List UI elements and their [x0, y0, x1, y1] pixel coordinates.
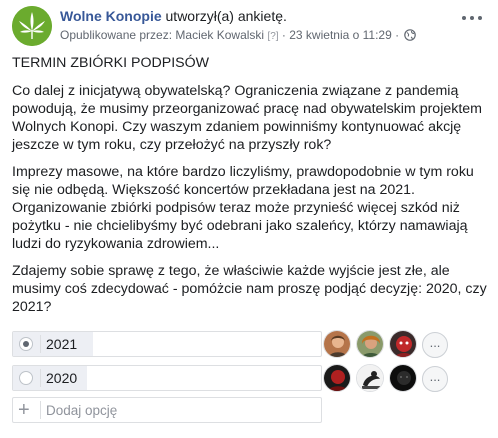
post-date[interactable]: 23 kwietnia o 11:29 — [289, 28, 392, 42]
voter-avatar[interactable] — [356, 364, 384, 392]
voter-avatar[interactable] — [389, 364, 417, 392]
plus-icon[interactable]: + — [18, 399, 30, 421]
page-avatar-cannabis-leaf[interactable] — [12, 6, 52, 46]
poll-option-2020[interactable]: 2020 — [12, 365, 322, 391]
help-mark[interactable]: [?] — [267, 31, 278, 42]
add-option-placeholder[interactable]: Dodaj opcję — [46, 403, 117, 418]
poll-option-2021[interactable]: 2021 — [12, 331, 322, 357]
poll-option-label: 2021 — [46, 336, 78, 352]
divider — [40, 401, 41, 419]
voter-avatar[interactable] — [323, 364, 351, 392]
published-by[interactable]: Opublikowane przez: Maciek Kowalski — [60, 28, 264, 42]
post-paragraph-3: Zdajemy sobie sprawę z tego, że właściwi… — [12, 263, 487, 315]
poll-post: Wolne Konopie utworzył(a) ankietę. Opubl… — [0, 0, 498, 438]
author-link[interactable]: Wolne Konopie — [60, 8, 162, 24]
post-title: TERMIN ZBIÓRKI PODPISÓW — [12, 55, 210, 71]
poll-option-label: 2020 — [46, 370, 78, 386]
radio-icon[interactable] — [19, 371, 33, 385]
more-voters-button[interactable]: ... — [422, 332, 448, 358]
voter-avatar[interactable] — [356, 330, 384, 358]
voter-avatar[interactable] — [389, 330, 417, 358]
more-voters-button[interactable]: ... — [422, 366, 448, 392]
post-meta: Opublikowane przez: Maciek Kowalski [?] … — [60, 28, 417, 44]
post-paragraph-1: Co dalej z inicjatywą obywatelską? Ogran… — [12, 83, 482, 153]
header-action-text: utworzył(a) ankietę. — [165, 8, 287, 24]
post-paragraph-2: Imprezy masowe, na które bardzo liczyliś… — [12, 164, 474, 252]
add-option-field[interactable]: + Dodaj opcję — [12, 397, 322, 423]
more-options-icon[interactable] — [460, 10, 484, 26]
radio-icon[interactable] — [19, 337, 33, 351]
voter-avatar[interactable] — [323, 330, 351, 358]
meta-separator: · — [281, 28, 286, 42]
globe-icon[interactable] — [404, 29, 417, 44]
divider — [40, 369, 41, 387]
divider — [40, 335, 41, 353]
header-line: Wolne Konopie utworzył(a) ankietę. — [60, 8, 287, 24]
meta-dot: · — [395, 28, 400, 42]
